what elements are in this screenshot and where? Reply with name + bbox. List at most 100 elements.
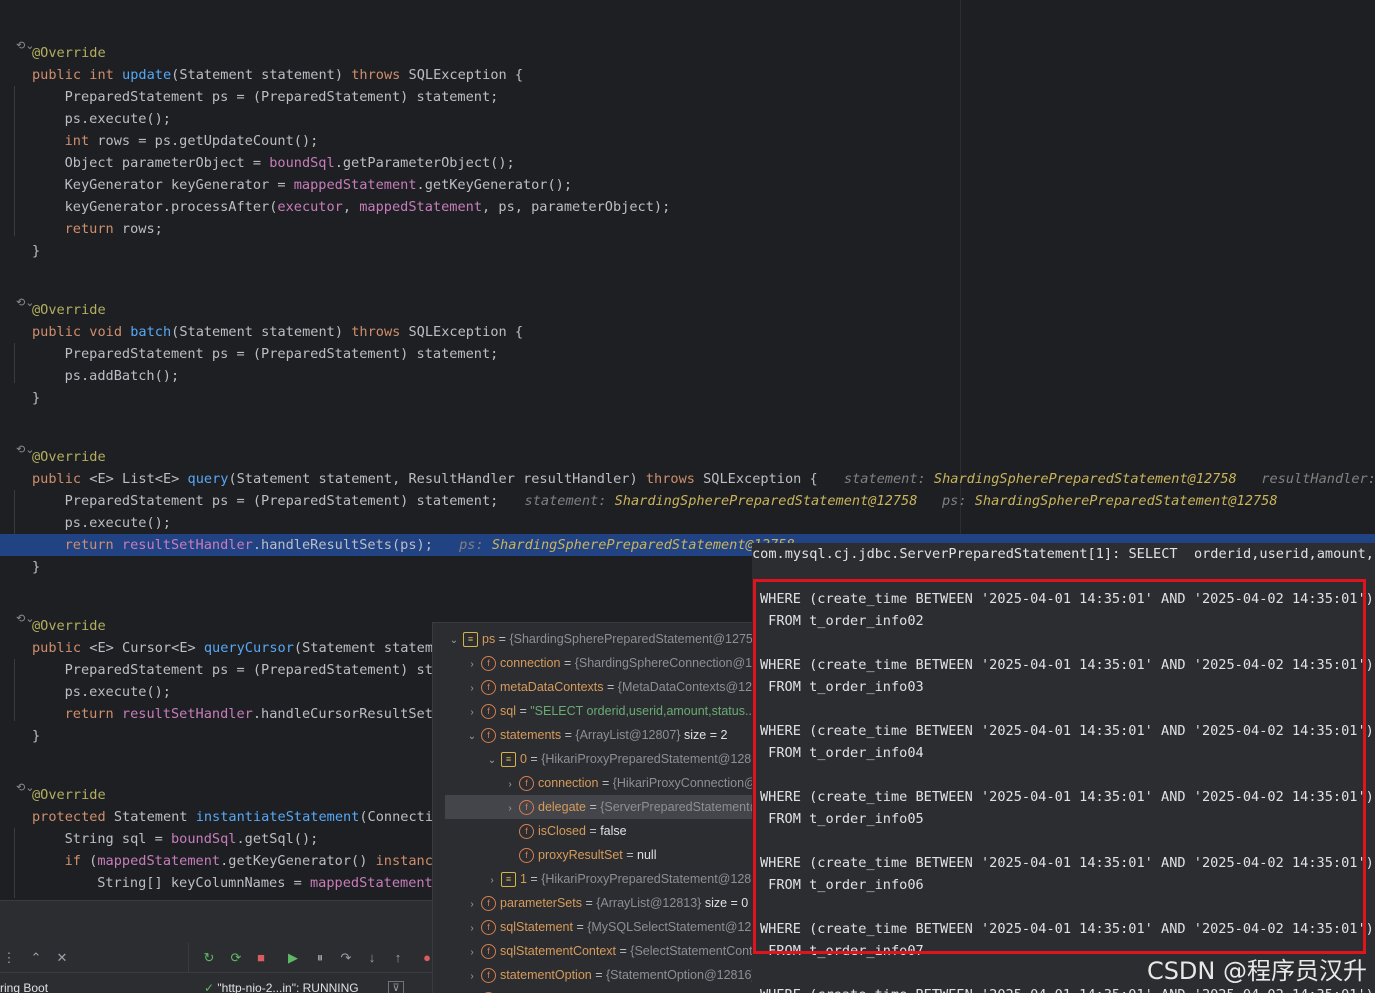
equals-sign: =	[526, 872, 542, 886]
variables-panel[interactable]: ⌄ ≡ ps = {ShardingSpherePreparedStatement@…	[432, 622, 754, 993]
variable-name: sqlStatementContext	[500, 944, 617, 958]
object-icon: ≡	[501, 752, 516, 768]
variable-value: null	[637, 848, 657, 862]
equals-sign: =	[526, 752, 542, 766]
restart-icon[interactable]: ⟳	[227, 949, 245, 967]
code-token: update	[122, 67, 172, 83]
field-icon: f	[481, 944, 496, 960]
variable-name: metaDataContexts	[500, 680, 604, 694]
chevron-down-icon[interactable]: ⌄	[465, 725, 479, 747]
field-icon: f	[519, 800, 534, 816]
variable-row[interactable]: ›f connection = {HikariProxyConnection@12…	[433, 771, 754, 795]
step-out-icon[interactable]: ↑	[389, 949, 407, 967]
chevron-right-icon[interactable]: ›	[485, 869, 499, 891]
variable-row[interactable]: › f sqlStatementContext = {SelectStatement…	[433, 939, 754, 963]
stop-icon[interactable]: ■	[252, 949, 270, 967]
code-token: (Statement statement)	[171, 324, 352, 340]
variable-row[interactable]: ⌄ f statements = {ArrayList@12807} size = …	[433, 723, 754, 747]
variable-row[interactable]: › f sqlStatement = {MySQLSelectStatement@1…	[433, 915, 754, 939]
step-into-icon[interactable]: ↓	[363, 949, 381, 967]
hint-value: ShardingSpherePreparedStatement@12758	[933, 471, 1237, 487]
chevron-right-icon[interactable]: ›	[465, 917, 479, 939]
variable-row[interactable]: f proxyResultSet = null	[433, 843, 754, 867]
variable-name: parameterSets	[500, 896, 582, 910]
code-token: }	[32, 559, 41, 575]
variable-row[interactable]: › f statementOption = {StatementOption@128…	[433, 963, 754, 987]
code-token: rows = ps.getUpdateCount();	[97, 133, 319, 149]
code-text: @Override	[32, 42, 106, 64]
code-token: throws	[645, 471, 704, 487]
pause-icon[interactable]: ⏸	[311, 949, 329, 967]
code-token: }	[32, 728, 41, 744]
frames-tab-label[interactable]: ring Boot	[0, 981, 48, 993]
hint-value: ShardingSpherePreparedStatement@12758	[491, 537, 795, 553]
expand-all-icon[interactable]: ⌃	[27, 949, 45, 967]
code-text: PreparedStatement ps = (PreparedStatemen…	[65, 86, 499, 108]
step-over-icon[interactable]: ↷	[337, 949, 355, 967]
chevron-right-icon[interactable]: ›	[465, 677, 479, 699]
chevron-down-icon[interactable]: ⌄	[485, 749, 499, 771]
equals-sign: =	[560, 656, 575, 670]
chevron-right-icon[interactable]: ›	[465, 893, 479, 915]
thread-selector[interactable]: ✓ "http-nio-2...in": RUNNING	[204, 981, 359, 993]
code-token: Object parameterObject =	[64, 155, 270, 171]
code-token: keyGenerator.processAfter(	[64, 199, 278, 215]
chevron-right-icon[interactable]: ›	[503, 797, 517, 819]
code-token: public	[32, 67, 90, 83]
variable-row[interactable]: ›f delegate = {ServerPreparedStatement@12…	[445, 795, 754, 819]
inline-debug-hint: ps: ShardingSpherePreparedStatement@1275…	[917, 493, 1278, 509]
chevron-right-icon[interactable]: ›	[465, 701, 479, 723]
code-line: @Override	[0, 42, 1375, 64]
code-token: ,	[342, 199, 360, 215]
code-text: PreparedStatement ps = (PreparedStatemen…	[65, 343, 499, 365]
chevron-right-icon[interactable]: ›	[465, 653, 479, 675]
inline-debug-hint: ps: ShardingSpherePreparedStatement@1275…	[459, 537, 795, 553]
more-icon[interactable]: ⋮	[0, 949, 18, 967]
code-token: queryCursor	[203, 640, 294, 656]
code-token: String sql =	[64, 831, 171, 847]
chevron-right-icon[interactable]: ›	[465, 941, 479, 963]
filter-icon[interactable]: ⊽	[388, 981, 404, 993]
code-token: mappedStatement	[293, 177, 417, 193]
code-text: @Override	[32, 446, 106, 468]
variable-row[interactable]: › f parameterSets = {ArrayList@12813} size…	[433, 891, 754, 915]
variable-row[interactable]: › f sql = "SELECT orderid,userid,amount,st…	[433, 699, 754, 723]
chevron-right-icon[interactable]: ›	[465, 989, 479, 993]
code-line: PreparedStatement ps = (PreparedStatemen…	[0, 343, 1375, 365]
code-token: PreparedStatement ps = (PreparedStatemen…	[64, 346, 499, 362]
variable-row[interactable]: › ≡ 1 = {HikariProxyPreparedStatement@1281…	[433, 867, 754, 891]
variable-size: size = 2	[680, 728, 728, 742]
chevron-right-icon[interactable]: ›	[503, 773, 517, 795]
variable-row[interactable]: ⌄ ≡ 0 = {HikariProxyPreparedStatement@1281…	[433, 747, 754, 771]
code-token: .getParameterObject();	[334, 155, 515, 171]
equals-sign: =	[591, 968, 606, 982]
collapse-all-icon[interactable]: ✕	[53, 949, 71, 967]
chevron-right-icon[interactable]: ›	[465, 965, 479, 987]
equals-sign: =	[515, 704, 531, 718]
field-icon: f	[519, 824, 534, 840]
code-token: }	[32, 390, 41, 406]
variable-name: statementOption	[500, 968, 592, 982]
code-token: ps.execute();	[64, 684, 171, 700]
code-text: return resultSetHandler.handleResultSets…	[65, 534, 795, 556]
chevron-down-icon[interactable]: ⌄	[447, 629, 461, 651]
code-token: @Override	[32, 45, 106, 61]
debug-toolbar: ⋮ ⌃ ✕ ↻ ⟳ ■ ▶ ⏸ ↷ ↓ ↑ ● ring Boot ✓ "htt…	[0, 900, 432, 993]
variable-row[interactable]: ›fexecutor = {DriverExecutor@12817}	[433, 987, 754, 993]
variable-value: {ArrayList@12813}	[596, 896, 702, 910]
code-text: ps.execute();	[65, 108, 171, 130]
rerun-icon[interactable]: ↻	[200, 949, 218, 967]
code-text: ps.addBatch();	[65, 365, 180, 387]
variable-row[interactable]: ⌄ ≡ ps = {ShardingSpherePreparedStatement@…	[433, 627, 754, 651]
code-line: PreparedStatement ps = (PreparedStatemen…	[0, 86, 1375, 108]
code-text: @Override	[32, 299, 106, 321]
code-token: PreparedStatement ps = (PreparedStatemen…	[64, 89, 499, 105]
code-text: PreparedStatement ps = (PreparedStatemen…	[65, 490, 1278, 512]
debug-actions-row: ⋮ ⌃ ✕ ↻ ⟳ ■ ▶ ⏸ ↷ ↓ ↑ ●	[0, 943, 432, 973]
resume-icon[interactable]: ▶	[284, 949, 302, 967]
variable-row[interactable]: › f connection = {ShardingSphereConnection…	[433, 651, 754, 675]
variable-row[interactable]: f isClosed = false	[433, 819, 754, 843]
variable-row[interactable]: › f metaDataContexts = {MetaDataContexts@1…	[433, 675, 754, 699]
code-token: String[] keyColumnNames =	[97, 875, 310, 891]
variable-value: {ShardingSpherePreparedStatement@12758}	[509, 632, 754, 646]
